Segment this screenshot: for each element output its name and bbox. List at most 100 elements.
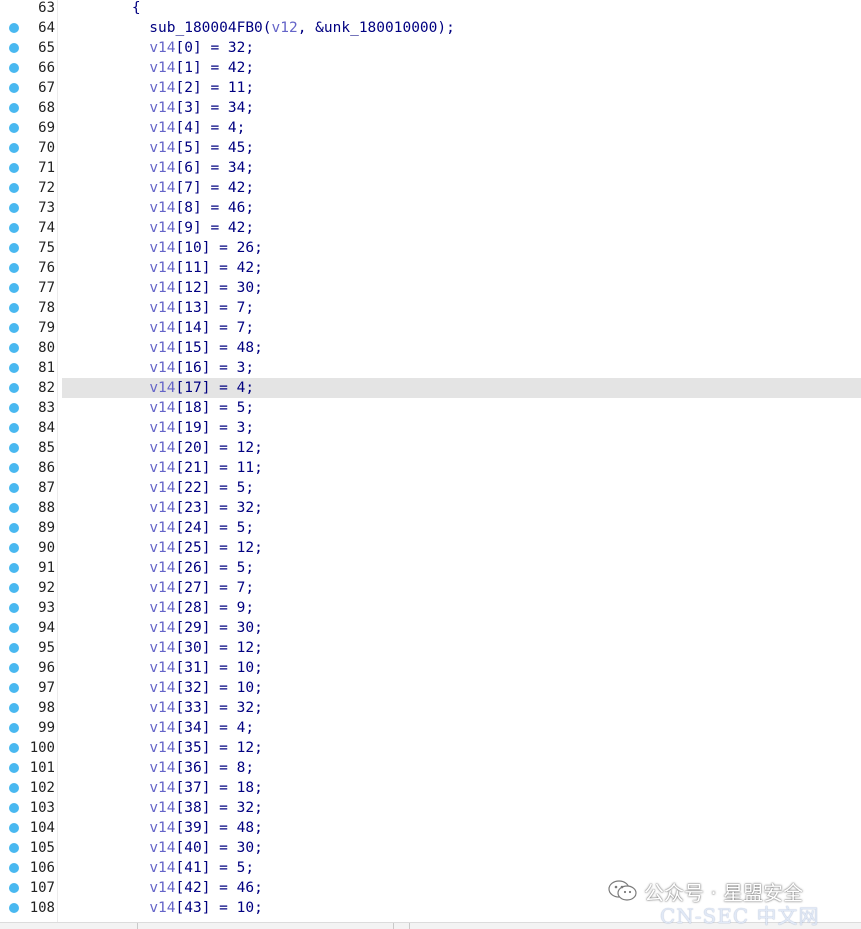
array-variable[interactable]: v14 — [149, 760, 175, 776]
code-line[interactable]: v14[8] = 46; — [62, 198, 254, 218]
code-line[interactable]: v14[22] = 5; — [62, 478, 254, 498]
array-variable[interactable]: v14 — [149, 360, 175, 376]
array-variable[interactable]: v14 — [149, 400, 175, 416]
code-line[interactable]: v14[26] = 5; — [62, 558, 254, 578]
code-line[interactable]: v14[28] = 9; — [62, 598, 254, 618]
semicolon: ; — [245, 860, 255, 876]
pseudocode-view[interactable]: 63 {64 sub_180004FB0(v12, &unk_180010000… — [0, 0, 861, 922]
array-variable[interactable]: v14 — [149, 80, 175, 96]
array-index: 11 — [184, 260, 202, 276]
code-line[interactable]: v14[38] = 32; — [62, 798, 263, 818]
code-line[interactable]: v14[32] = 10; — [62, 678, 263, 698]
code-line[interactable]: v14[17] = 4; — [62, 378, 254, 398]
code-line[interactable]: v14[3] = 34; — [62, 98, 254, 118]
code-line[interactable]: v14[37] = 18; — [62, 778, 263, 798]
code-line[interactable]: v14[9] = 42; — [62, 218, 254, 238]
array-variable[interactable]: v14 — [149, 60, 175, 76]
array-variable[interactable]: v14 — [149, 220, 175, 236]
code-line[interactable]: v14[24] = 5; — [62, 518, 254, 538]
line-number: 73 — [38, 200, 55, 216]
array-variable[interactable]: v14 — [149, 860, 175, 876]
array-variable[interactable]: v14 — [149, 480, 175, 496]
code-line[interactable]: sub_180004FB0(v12, &unk_180010000); — [62, 18, 455, 38]
array-variable[interactable]: v14 — [149, 380, 175, 396]
code-line[interactable]: v14[43] = 10; — [62, 898, 263, 918]
array-variable[interactable]: v14 — [149, 740, 175, 756]
code-line[interactable]: v14[20] = 12; — [62, 438, 263, 458]
code-line[interactable]: v14[14] = 7; — [62, 318, 254, 338]
code-line[interactable]: v14[36] = 8; — [62, 758, 254, 778]
code-line[interactable]: v14[25] = 12; — [62, 538, 263, 558]
array-variable[interactable]: v14 — [149, 660, 175, 676]
variable-token[interactable]: v12 — [272, 20, 298, 36]
code-line[interactable]: v14[13] = 7; — [62, 298, 254, 318]
array-variable[interactable]: v14 — [149, 700, 175, 716]
code-line[interactable]: v14[42] = 46; — [62, 878, 263, 898]
assign-operator: ] = — [192, 160, 228, 176]
array-variable[interactable]: v14 — [149, 600, 175, 616]
array-variable[interactable]: v14 — [149, 140, 175, 156]
array-variable[interactable]: v14 — [149, 300, 175, 316]
code-line[interactable]: v14[34] = 4; — [62, 718, 254, 738]
array-variable[interactable]: v14 — [149, 780, 175, 796]
code-line[interactable]: v14[30] = 12; — [62, 638, 263, 658]
code-line[interactable]: v14[4] = 4; — [62, 118, 245, 138]
line-number: 64 — [38, 20, 55, 36]
array-variable[interactable]: v14 — [149, 520, 175, 536]
code-line[interactable]: { — [62, 0, 141, 18]
code-line[interactable]: v14[10] = 26; — [62, 238, 263, 258]
code-line[interactable]: v14[18] = 5; — [62, 398, 254, 418]
code-line[interactable]: v14[6] = 34; — [62, 158, 254, 178]
array-variable[interactable]: v14 — [149, 840, 175, 856]
semicolon: ; — [245, 180, 255, 196]
array-variable[interactable]: v14 — [149, 180, 175, 196]
code-line[interactable]: v14[2] = 11; — [62, 78, 254, 98]
array-variable[interactable]: v14 — [149, 260, 175, 276]
array-variable[interactable]: v14 — [149, 240, 175, 256]
code-line[interactable]: v14[31] = 10; — [62, 658, 263, 678]
array-variable[interactable]: v14 — [149, 560, 175, 576]
array-variable[interactable]: v14 — [149, 720, 175, 736]
array-variable[interactable]: v14 — [149, 880, 175, 896]
code-line[interactable]: v14[40] = 30; — [62, 838, 263, 858]
code-line[interactable]: v14[11] = 42; — [62, 258, 263, 278]
code-line[interactable]: v14[1] = 42; — [62, 58, 254, 78]
array-variable[interactable]: v14 — [149, 280, 175, 296]
array-variable[interactable]: v14 — [149, 40, 175, 56]
code-line[interactable]: v14[27] = 7; — [62, 578, 254, 598]
array-variable[interactable]: v14 — [149, 320, 175, 336]
array-index: 5 — [184, 140, 193, 156]
array-variable[interactable]: v14 — [149, 420, 175, 436]
code-line[interactable]: v14[21] = 11; — [62, 458, 263, 478]
array-variable[interactable]: v14 — [149, 500, 175, 516]
code-line[interactable]: v14[16] = 3; — [62, 358, 254, 378]
code-line[interactable]: v14[23] = 32; — [62, 498, 263, 518]
array-variable[interactable]: v14 — [149, 200, 175, 216]
array-variable[interactable]: v14 — [149, 620, 175, 636]
array-variable[interactable]: v14 — [149, 580, 175, 596]
array-variable[interactable]: v14 — [149, 540, 175, 556]
code-line[interactable]: v14[39] = 48; — [62, 818, 263, 838]
code-line[interactable]: v14[41] = 5; — [62, 858, 254, 878]
code-line[interactable]: v14[15] = 48; — [62, 338, 263, 358]
code-line[interactable]: v14[29] = 30; — [62, 618, 263, 638]
array-variable[interactable]: v14 — [149, 680, 175, 696]
code-line[interactable]: v14[35] = 12; — [62, 738, 263, 758]
code-line[interactable]: v14[19] = 3; — [62, 418, 254, 438]
code-line[interactable]: v14[7] = 42; — [62, 178, 254, 198]
array-variable[interactable]: v14 — [149, 640, 175, 656]
array-variable[interactable]: v14 — [149, 100, 175, 116]
array-variable[interactable]: v14 — [149, 460, 175, 476]
array-variable[interactable]: v14 — [149, 160, 175, 176]
code-line[interactable]: v14[0] = 32; — [62, 38, 254, 58]
array-variable[interactable]: v14 — [149, 120, 175, 136]
array-variable[interactable]: v14 — [149, 900, 175, 916]
code-line[interactable]: v14[5] = 45; — [62, 138, 254, 158]
array-variable[interactable]: v14 — [149, 440, 175, 456]
code-line[interactable]: v14[33] = 32; — [62, 698, 263, 718]
code-line[interactable]: v14[12] = 30; — [62, 278, 263, 298]
array-variable[interactable]: v14 — [149, 340, 175, 356]
array-variable[interactable]: v14 — [149, 800, 175, 816]
array-variable[interactable]: v14 — [149, 820, 175, 836]
